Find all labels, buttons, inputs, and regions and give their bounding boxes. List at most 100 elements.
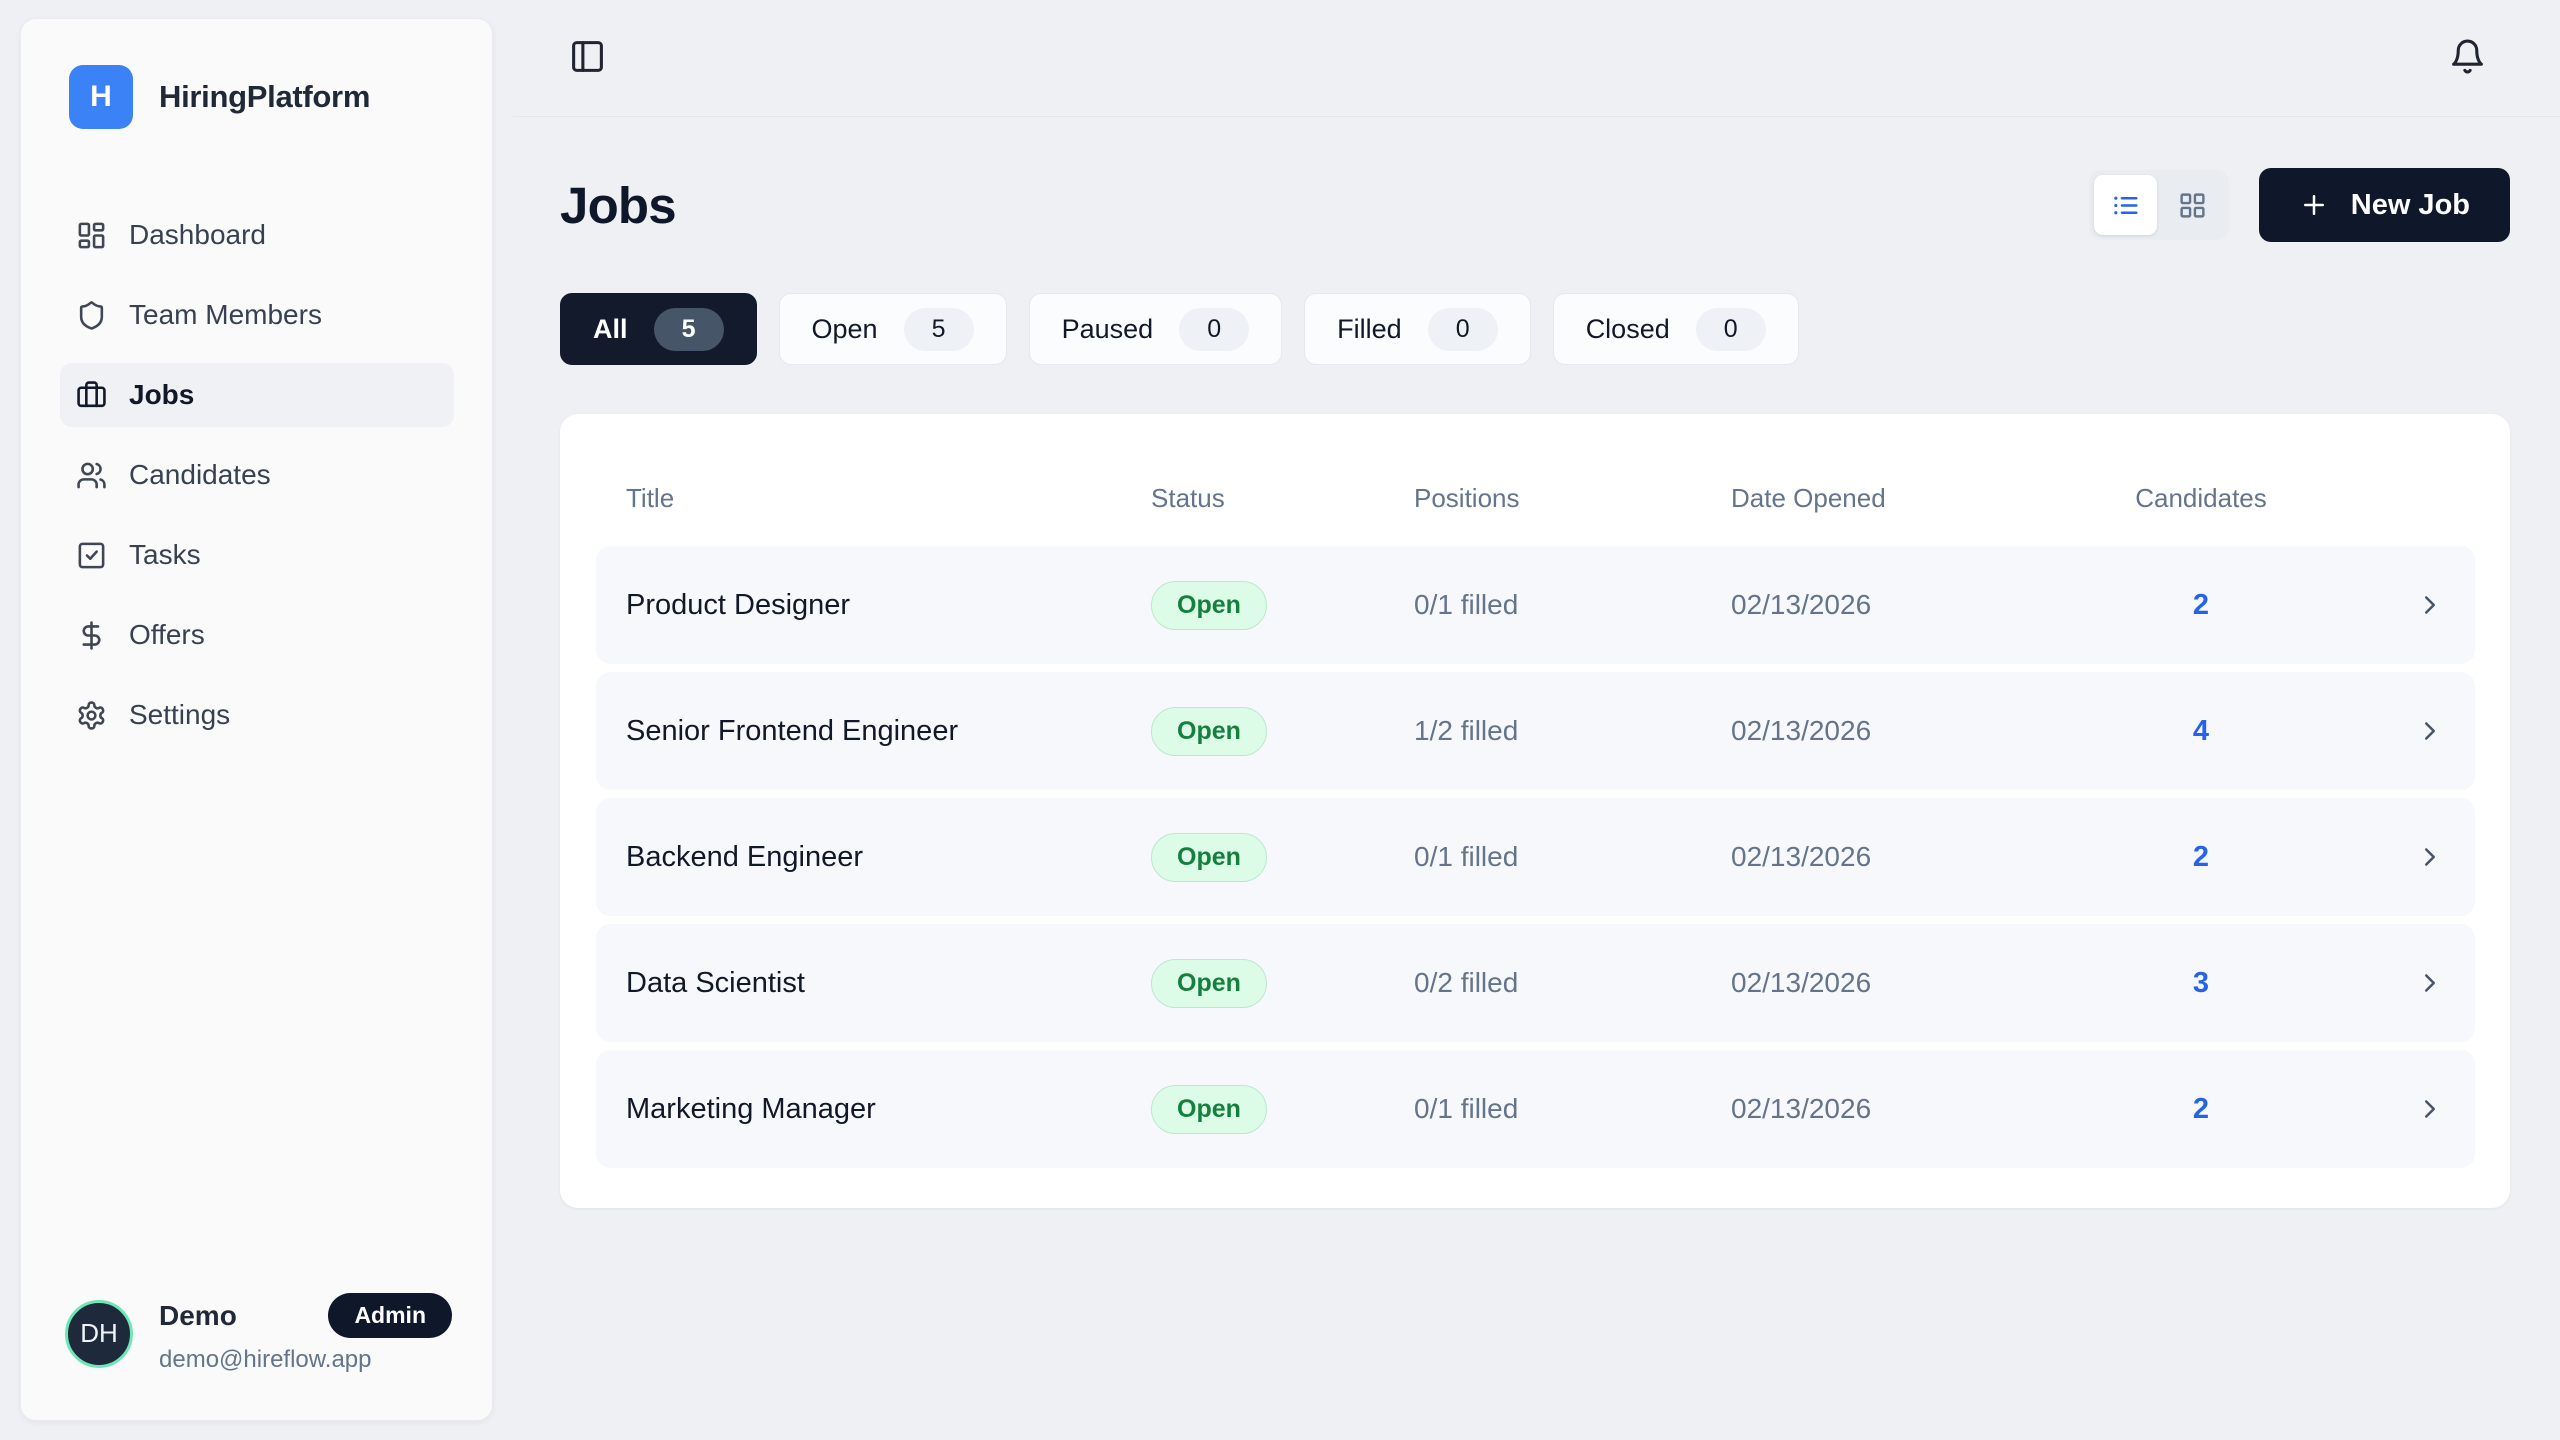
job-title: Marketing Manager — [626, 1093, 1151, 1126]
job-title: Product Designer — [626, 589, 1151, 622]
square-check-icon — [76, 540, 107, 571]
filter-count: 5 — [654, 308, 724, 351]
job-row[interactable]: Marketing ManagerOpen 0/1 filled02/13/202… — [596, 1050, 2475, 1168]
notifications-button[interactable] — [2449, 38, 2486, 78]
job-row[interactable]: Data ScientistOpen 0/2 filled02/13/20263 — [596, 924, 2475, 1042]
sidebar-item-label: Tasks — [129, 539, 201, 571]
header-actions: New Job — [2089, 168, 2510, 242]
brand: H HiringPlatform — [21, 19, 492, 129]
column-header-title: Title — [626, 483, 1151, 514]
sidebar-item-candidates[interactable]: Candidates — [60, 443, 454, 507]
filter-label: All — [593, 314, 628, 345]
sidebar-item-label: Settings — [129, 699, 230, 731]
table-header: TitleStatusPositionsDate OpenedCandidate… — [596, 450, 2475, 546]
chevron-right-icon[interactable] — [2415, 842, 2445, 872]
job-row[interactable]: Product DesignerOpen 0/1 filled02/13/2026… — [596, 546, 2475, 664]
sidebar-nav: Dashboard Team Members Jobs Candidates Tasks… — [60, 203, 454, 747]
date-opened: 02/13/2026 — [1731, 841, 2081, 873]
filter-tab-filled[interactable]: Filled 0 — [1304, 293, 1531, 365]
shield-icon — [76, 300, 107, 331]
filter-count: 0 — [1179, 308, 1249, 351]
sidebar-item-team-members[interactable]: Team Members — [60, 283, 454, 347]
briefcase-icon — [76, 380, 107, 411]
sidebar-item-settings[interactable]: Settings — [60, 683, 454, 747]
status-badge: Open — [1151, 1085, 1267, 1134]
user-info: Demo Admin demo@hireflow.app — [159, 1293, 452, 1374]
table-body: Product DesignerOpen0/1 filled02/13/2026… — [596, 546, 2475, 1168]
job-row[interactable]: Senior Frontend EngineerOpen1/2 filled02… — [596, 672, 2475, 790]
date-opened: 02/13/2026 — [1731, 967, 2081, 999]
sidebar-item-label: Offers — [129, 619, 205, 651]
plus-icon — [2299, 190, 2329, 220]
filter-label: Paused — [1062, 314, 1154, 345]
positions-filled: 0/1 filled — [1414, 1093, 1731, 1125]
avatar: DH — [65, 1300, 133, 1368]
date-opened: 02/13/2026 — [1731, 589, 2081, 621]
topbar — [513, 0, 2560, 117]
candidates-count[interactable]: 4 — [2081, 715, 2321, 748]
user-name: Demo — [159, 1300, 237, 1332]
filter-tab-paused[interactable]: Paused 0 — [1029, 293, 1283, 365]
column-header-date-opened: Date Opened — [1731, 483, 2081, 514]
role-badge: Admin — [328, 1293, 452, 1338]
filter-label: Filled — [1337, 314, 1402, 345]
sidebar-item-jobs[interactable]: Jobs — [60, 363, 454, 427]
status-badge: Open — [1151, 959, 1267, 1008]
grid-view-button[interactable] — [2161, 175, 2224, 235]
new-job-button[interactable]: New Job — [2259, 168, 2510, 242]
sidebar-item-dashboard[interactable]: Dashboard — [60, 203, 454, 267]
main-content: Jobs New Job All5Open5Paused0Filled0Clos… — [560, 117, 2510, 1208]
user-email: demo@hireflow.app — [159, 1346, 452, 1374]
filter-tab-open[interactable]: Open 5 — [779, 293, 1007, 365]
column-header-candidates: Candidates — [2081, 483, 2321, 514]
bell-icon — [2449, 38, 2486, 75]
app-screen: H HiringPlatform Dashboard Team Members Jo… — [0, 0, 2560, 1440]
list-view-button[interactable] — [2094, 175, 2157, 235]
list-icon — [2111, 191, 2140, 220]
new-job-label: New Job — [2351, 189, 2470, 222]
dollar-sign-icon — [76, 620, 107, 651]
sidebar: H HiringPlatform Dashboard Team Members Jo… — [20, 18, 493, 1421]
chevron-right-icon[interactable] — [2415, 968, 2445, 998]
candidates-count[interactable]: 3 — [2081, 967, 2321, 1000]
candidates-count[interactable]: 2 — [2081, 841, 2321, 874]
settings-icon — [76, 700, 107, 731]
job-title: Backend Engineer — [626, 841, 1151, 874]
candidates-count[interactable]: 2 — [2081, 1093, 2321, 1126]
filter-count: 5 — [904, 308, 974, 351]
job-title: Senior Frontend Engineer — [626, 715, 1151, 748]
sidebar-item-offers[interactable]: Offers — [60, 603, 454, 667]
status-badge: Open — [1151, 833, 1267, 882]
sidebar-toggle-button[interactable] — [569, 38, 606, 78]
layout-dashboard-icon — [76, 220, 107, 251]
user-profile[interactable]: DH Demo Admin demo@hireflow.app — [21, 1293, 492, 1420]
status-filter-tabs: All5Open5Paused0Filled0Closed0 — [560, 293, 2510, 365]
sidebar-item-label: Jobs — [129, 379, 194, 411]
date-opened: 02/13/2026 — [1731, 1093, 2081, 1125]
sidebar-item-label: Team Members — [129, 299, 322, 331]
positions-filled: 0/2 filled — [1414, 967, 1731, 999]
date-opened: 02/13/2026 — [1731, 715, 2081, 747]
filter-count: 0 — [1696, 308, 1766, 351]
jobs-table-card: TitleStatusPositionsDate OpenedCandidate… — [560, 414, 2510, 1208]
layout-grid-icon — [2178, 191, 2207, 220]
page-header: Jobs New Job — [560, 168, 2510, 242]
filter-tab-all[interactable]: All 5 — [560, 293, 757, 365]
chevron-right-icon[interactable] — [2415, 1094, 2445, 1124]
page-title: Jobs — [560, 176, 676, 235]
filter-label: Open — [812, 314, 878, 345]
column-header-status: Status — [1151, 483, 1414, 514]
view-toggle — [2089, 170, 2229, 240]
candidates-count[interactable]: 2 — [2081, 589, 2321, 622]
chevron-right-icon[interactable] — [2415, 716, 2445, 746]
panel-left-icon — [569, 38, 606, 75]
filter-count: 0 — [1428, 308, 1498, 351]
status-badge: Open — [1151, 581, 1267, 630]
chevron-right-icon[interactable] — [2415, 590, 2445, 620]
filter-tab-closed[interactable]: Closed0 — [1553, 293, 1799, 365]
positions-filled: 0/1 filled — [1414, 589, 1731, 621]
sidebar-item-label: Dashboard — [129, 219, 266, 251]
job-row[interactable]: Backend EngineerOpen0/1 filled02/13/2026… — [596, 798, 2475, 916]
sidebar-item-tasks[interactable]: Tasks — [60, 523, 454, 587]
job-title: Data Scientist — [626, 967, 1151, 1000]
